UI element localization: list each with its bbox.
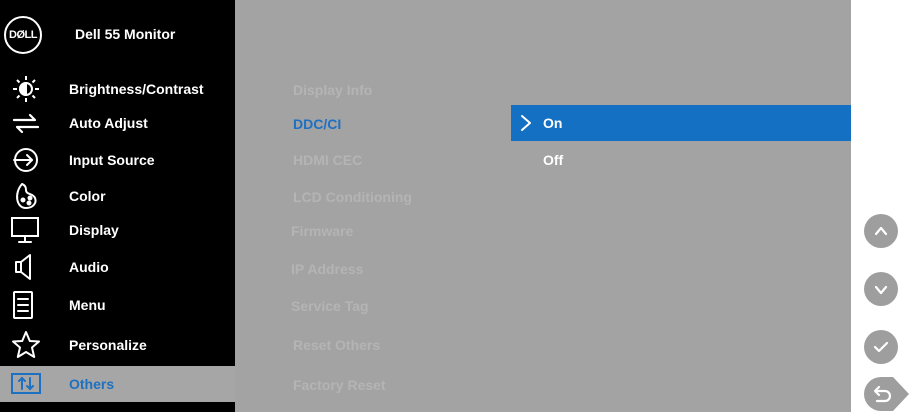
- menu-item-others[interactable]: Others: [0, 366, 235, 402]
- chevron-right-icon: [521, 115, 531, 131]
- checkmark-icon: [873, 341, 889, 353]
- menu-item-label: Others: [69, 376, 115, 392]
- input-source-icon: [10, 145, 42, 175]
- menu-item-label: Menu: [69, 297, 106, 313]
- menu-item-label: Personalize: [69, 337, 147, 353]
- color-icon: [10, 181, 42, 211]
- menu-item-label: Display: [69, 222, 119, 238]
- menu-item-menu[interactable]: Menu: [0, 287, 235, 323]
- main-menu: DØLL Dell 55 Monitor Brightness/Contrast: [0, 0, 235, 412]
- option-label: Off: [543, 152, 564, 168]
- display-icon: [10, 215, 42, 245]
- monitor-title: Dell 55 Monitor: [75, 26, 176, 42]
- menu-item-audio[interactable]: Audio: [0, 249, 235, 285]
- confirm-button[interactable]: [864, 330, 898, 364]
- menu-item-label: Input Source: [69, 152, 155, 168]
- submenu-item-ip-address[interactable]: IP Address: [291, 261, 363, 277]
- menu-item-label: Color: [69, 188, 106, 204]
- submenu-item-lcd-conditioning[interactable]: LCD Conditioning: [293, 189, 412, 205]
- submenu-item-display-info[interactable]: Display Info: [293, 82, 372, 98]
- option-off[interactable]: Off: [511, 142, 851, 178]
- submenu-item-factory-reset[interactable]: Factory Reset: [293, 377, 386, 393]
- menu-icon: [10, 290, 42, 320]
- submenu-item-service-tag[interactable]: Service Tag: [291, 298, 369, 314]
- osd-header: DØLL Dell 55 Monitor: [0, 0, 235, 66]
- submenu-panel: Display Info DDC/CI HDMI CEC LCD Conditi…: [235, 0, 851, 412]
- menu-item-personalize[interactable]: Personalize: [0, 327, 235, 363]
- menu-item-label: Brightness/Contrast: [69, 81, 204, 97]
- submenu-item-ddc-ci[interactable]: DDC/CI: [293, 116, 341, 132]
- option-label: On: [543, 115, 563, 131]
- back-button[interactable]: [864, 376, 910, 412]
- submenu-item-hdmi-cec[interactable]: HDMI CEC: [293, 152, 362, 168]
- osd-window: DØLL Dell 55 Monitor Brightness/Contrast: [0, 0, 851, 412]
- down-button[interactable]: [864, 272, 898, 306]
- up-button[interactable]: [864, 214, 898, 248]
- auto-adjust-icon: [10, 108, 42, 138]
- menu-item-auto-adjust[interactable]: Auto Adjust: [0, 105, 235, 141]
- chevron-up-icon: [874, 226, 888, 236]
- back-arrow-icon: [864, 377, 909, 411]
- menu-item-input-source[interactable]: Input Source: [0, 142, 235, 178]
- speaker-icon: [10, 252, 42, 282]
- others-icon: [10, 369, 42, 399]
- submenu-item-reset-others[interactable]: Reset Others: [293, 337, 380, 353]
- brightness-icon: [10, 74, 42, 104]
- menu-item-display[interactable]: Display: [0, 212, 235, 248]
- star-icon: [10, 330, 42, 360]
- menu-item-label: Auto Adjust: [69, 115, 148, 131]
- menu-item-color[interactable]: Color: [0, 178, 235, 214]
- menu-item-label: Audio: [69, 259, 109, 275]
- option-on[interactable]: On: [511, 105, 851, 141]
- chevron-down-icon: [874, 285, 888, 295]
- dell-logo: DØLL: [4, 16, 42, 54]
- menu-item-brightness-contrast[interactable]: Brightness/Contrast: [0, 71, 235, 107]
- submenu-item-firmware[interactable]: Firmware: [291, 223, 353, 239]
